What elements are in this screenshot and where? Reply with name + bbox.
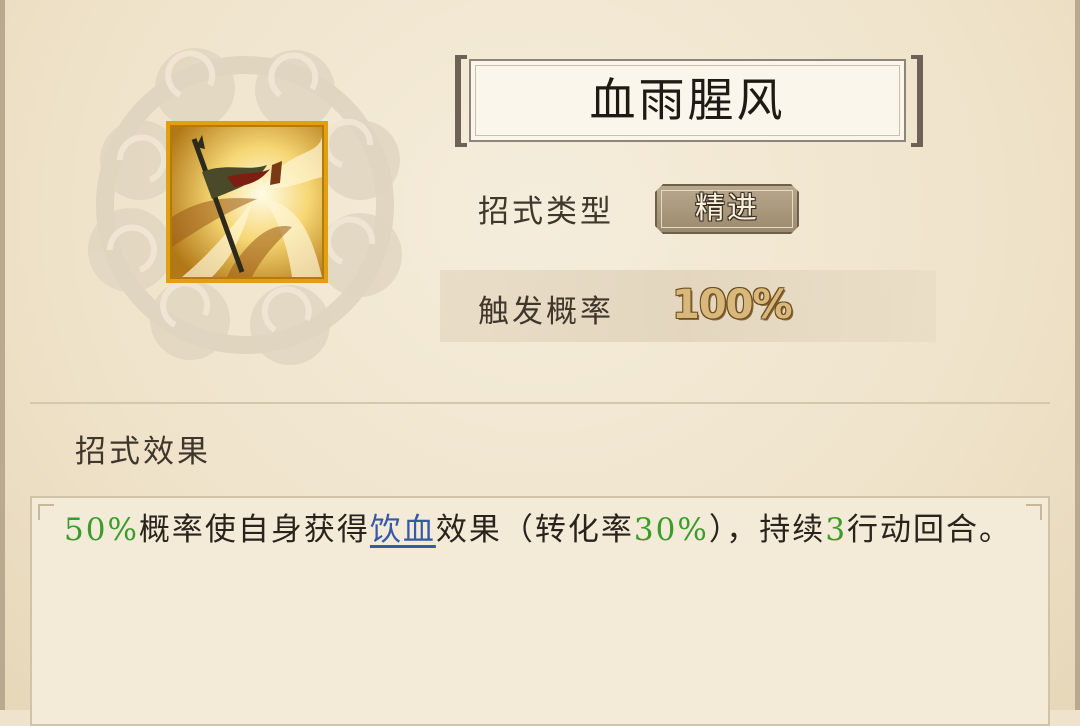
flag-spear-icon <box>172 127 322 277</box>
skill-name: 血雨腥风 <box>589 73 786 127</box>
plaque-bracket-right <box>911 55 923 147</box>
skill-type-label: 招式类型 <box>478 194 614 230</box>
effect-heading: 招式效果 <box>75 434 211 470</box>
panel-corner-ornament <box>1026 504 1042 520</box>
effect-text-segment: 效果（转化率 <box>435 512 634 548</box>
effect-chance-value: 50% <box>64 512 139 548</box>
skill-icon[interactable] <box>166 121 328 283</box>
keyword-link-yinxue[interactable]: 饮血 <box>370 512 436 548</box>
skill-type-badge: 精进 <box>655 184 799 234</box>
skill-detail-panel: 血雨腥风 招式类型 精进 触发概率 100% 招式效果 50%概率使自身获得饮血… <box>0 0 1080 726</box>
trigger-rate-value: 100% <box>672 282 793 328</box>
skill-type-value: 精进 <box>695 191 759 226</box>
effect-text-segment: ），持续 <box>708 512 826 548</box>
effect-conversion-value: 30% <box>633 512 709 548</box>
effect-text-segment: 概率使自身获得 <box>138 512 370 548</box>
effect-text-segment: 行动回合。 <box>847 512 1013 548</box>
effect-description: 50%概率使自身获得饮血效果（转化率30%），持续3行动回合。 <box>64 508 1014 552</box>
plaque-bracket-left <box>455 55 467 147</box>
effect-duration-value: 3 <box>825 512 848 548</box>
panel-corner-ornament <box>38 504 54 520</box>
skill-title-plaque: 血雨腥风 <box>455 55 923 147</box>
section-divider <box>30 402 1050 404</box>
trigger-rate-label: 触发概率 <box>478 294 614 330</box>
